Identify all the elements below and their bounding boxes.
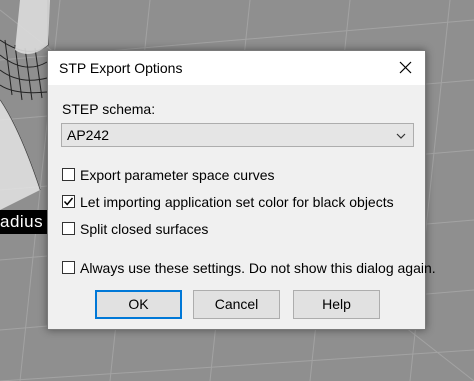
always-use-checkbox[interactable] (62, 261, 75, 274)
schema-select-value: AP242 (67, 127, 110, 143)
always-use-label: Always use these settings. Do not show t… (80, 260, 436, 276)
help-button[interactable]: Help (293, 290, 380, 319)
stp-export-options-dialog: STP Export Options STEP schema: AP242 Ex… (47, 50, 436, 330)
close-button[interactable] (395, 57, 417, 79)
split-surfaces-label: Split closed surfaces (80, 221, 209, 237)
cancel-button[interactable]: Cancel (193, 290, 280, 319)
dialog-titlebar: STP Export Options (48, 51, 425, 85)
schema-label: STEP schema: (62, 101, 156, 117)
ok-button[interactable]: OK (95, 290, 182, 319)
export-param-curves-checkbox[interactable] (62, 168, 75, 181)
set-color-label: Let importing application set color for … (80, 194, 394, 210)
dialog-title: STP Export Options (59, 60, 183, 76)
set-color-checkbox[interactable] (62, 195, 75, 208)
split-surfaces-checkbox[interactable] (62, 222, 75, 235)
chevron-down-icon (396, 133, 406, 139)
close-icon (399, 61, 412, 74)
checkmark-icon (63, 197, 74, 206)
schema-select[interactable]: AP242 (61, 123, 414, 147)
export-param-curves-label: Export parameter space curves (80, 167, 275, 183)
